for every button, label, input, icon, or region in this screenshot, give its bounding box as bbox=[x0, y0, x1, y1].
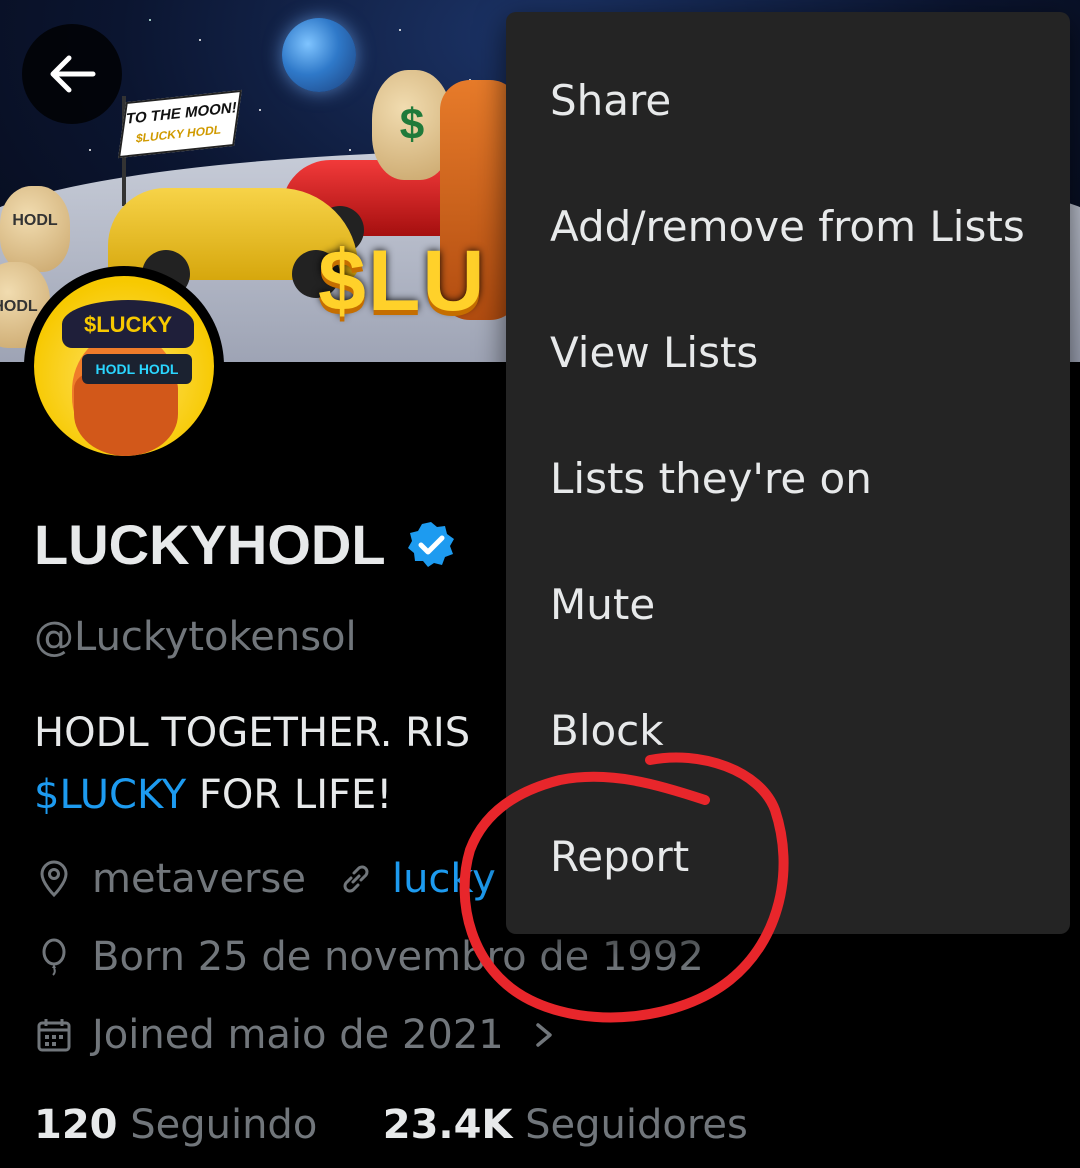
menu-item-mute[interactable]: Mute bbox=[550, 580, 655, 629]
location-pin-icon bbox=[40, 860, 68, 898]
verified-badge-icon[interactable] bbox=[406, 520, 456, 570]
overflow-menu: Share Add/remove from Lists View Lists L… bbox=[506, 12, 1070, 934]
bio-cashtag-link[interactable]: $LUCKY bbox=[34, 772, 186, 818]
avatar[interactable]: $LUCKY HODL HODL bbox=[24, 266, 224, 466]
display-name: LUCKYHODL bbox=[34, 513, 386, 576]
follow-stats: 120 Seguindo 23.4K Seguidores bbox=[34, 1102, 748, 1148]
banner-ticker-text: $LU bbox=[318, 233, 487, 329]
menu-item-add-remove-lists[interactable]: Add/remove from Lists bbox=[550, 202, 1025, 251]
arrow-left-icon bbox=[50, 55, 96, 93]
following-count: 120 bbox=[34, 1102, 118, 1148]
following-link[interactable]: 120 Seguindo bbox=[34, 1102, 317, 1148]
followers-label: Seguidores bbox=[525, 1102, 748, 1148]
calendar-icon bbox=[37, 1019, 71, 1052]
joined-text: Joined maio de 2021 bbox=[92, 1012, 504, 1058]
website-link[interactable]: lucky bbox=[392, 856, 496, 902]
link-icon bbox=[343, 865, 369, 893]
menu-item-share[interactable]: Share bbox=[550, 76, 671, 125]
earth-illustration bbox=[282, 18, 356, 92]
avatar-cap: $LUCKY bbox=[62, 300, 194, 348]
born-text: Born 25 de novembro de 1992 bbox=[92, 934, 704, 980]
balloon-icon bbox=[42, 938, 66, 976]
profile-handle: @Luckytokensol bbox=[34, 614, 357, 660]
money-bag-illustration: HODL bbox=[0, 186, 70, 272]
bio-line2-text: FOR LIFE! bbox=[186, 772, 393, 818]
following-label: Seguindo bbox=[130, 1102, 318, 1148]
chevron-right-icon[interactable] bbox=[530, 1015, 560, 1055]
followers-link[interactable]: 23.4K Seguidores bbox=[383, 1102, 748, 1148]
profile-meta-joined: Joined maio de 2021 bbox=[34, 1012, 560, 1058]
avatar-glasses: HODL HODL bbox=[82, 354, 192, 384]
avatar-beard bbox=[74, 372, 178, 456]
location-text: metaverse bbox=[92, 856, 306, 902]
profile-meta-location-website: metaverse lucky bbox=[34, 856, 496, 902]
menu-item-lists-theyre-on[interactable]: Lists they're on bbox=[550, 454, 872, 503]
followers-count: 23.4K bbox=[382, 1102, 513, 1148]
menu-item-block[interactable]: Block bbox=[550, 706, 664, 755]
avatar-image: $LUCKY HODL HODL bbox=[34, 276, 214, 456]
profile-name-row: LUCKYHODL bbox=[34, 512, 456, 577]
menu-item-report[interactable]: Report bbox=[550, 832, 689, 881]
menu-item-view-lists[interactable]: View Lists bbox=[550, 328, 758, 377]
bio-line1: HODL TOGETHER. RIS bbox=[34, 710, 471, 756]
bio-line2: $LUCKY FOR LIFE! bbox=[34, 764, 470, 826]
profile-meta-born: Born 25 de novembro de 1992 bbox=[34, 934, 704, 980]
profile-bio: HODL TOGETHER. RIS $LUCKY FOR LIFE! bbox=[34, 702, 470, 826]
back-button[interactable] bbox=[22, 24, 122, 124]
